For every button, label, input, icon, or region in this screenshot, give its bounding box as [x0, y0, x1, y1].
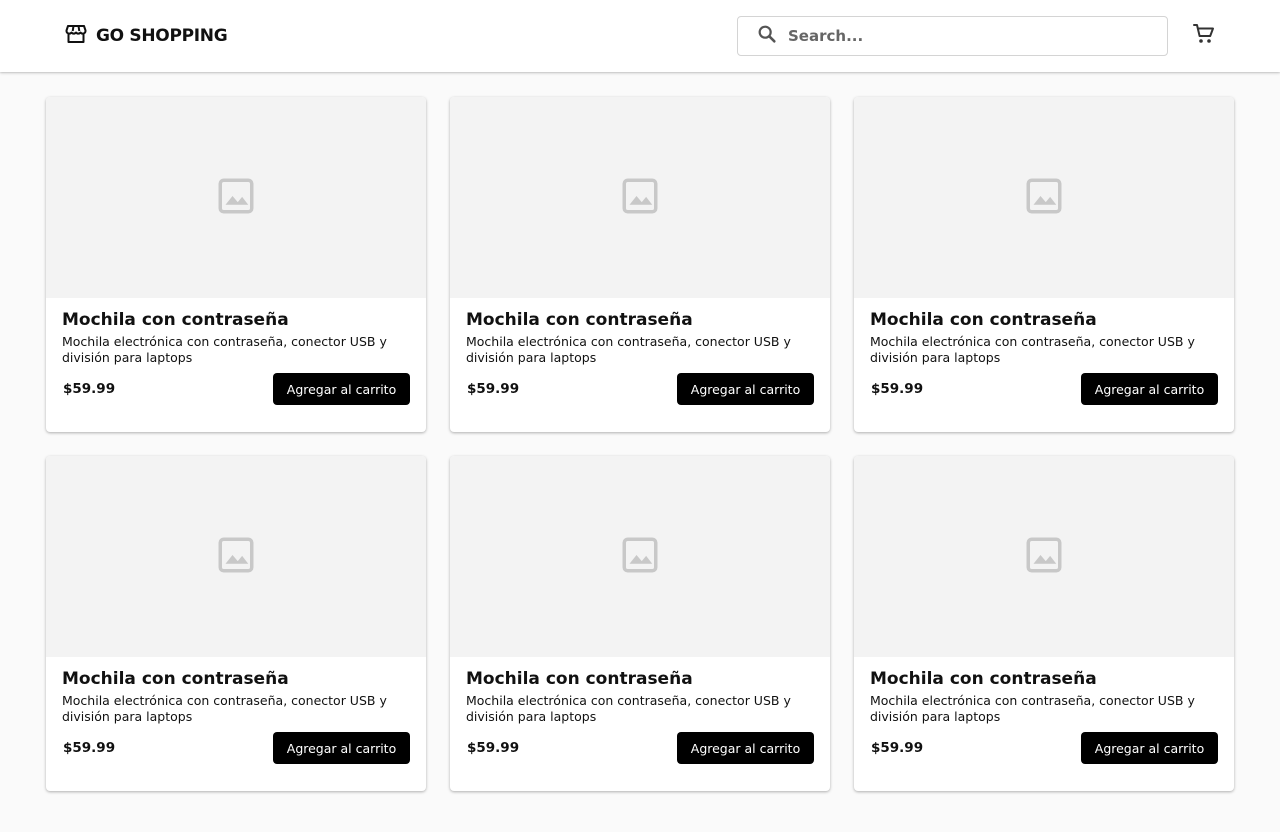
image-placeholder-icon: [215, 175, 257, 221]
product-image[interactable]: [854, 97, 1234, 298]
search-icon[interactable]: [756, 23, 778, 49]
image-placeholder-icon: [215, 534, 257, 580]
add-to-cart-button[interactable]: Agregar al carrito: [677, 373, 814, 405]
add-to-cart-button[interactable]: Agregar al carrito: [1081, 373, 1218, 405]
product-title: Mochila con contraseña: [466, 310, 693, 330]
product-title: Mochila con contraseña: [870, 669, 1097, 689]
add-to-cart-button[interactable]: Agregar al carrito: [273, 373, 410, 405]
product-grid: Mochila con contraseña Mochila electróni…: [46, 97, 1234, 791]
product-description: Mochila electrónica con contraseña, cone…: [466, 334, 791, 365]
product-title: Mochila con contraseña: [62, 669, 289, 689]
product-card: Mochila con contraseña Mochila electróni…: [854, 97, 1234, 432]
product-image[interactable]: [450, 97, 830, 298]
brand-logo[interactable]: GO SHOPPING: [64, 22, 228, 50]
product-image[interactable]: [854, 456, 1234, 657]
shopping-cart-icon: [1192, 22, 1216, 50]
product-image[interactable]: [46, 97, 426, 298]
product-price: $59.99: [63, 740, 116, 756]
product-title: Mochila con contraseña: [466, 669, 693, 689]
add-to-cart-button[interactable]: Agregar al carrito: [273, 732, 410, 764]
cart-button[interactable]: [1190, 22, 1218, 50]
product-card: Mochila con contraseña Mochila electróni…: [46, 97, 426, 432]
product-title: Mochila con contraseña: [870, 310, 1097, 330]
storefront-icon: [64, 22, 88, 50]
product-card: Mochila con contraseña Mochila electróni…: [450, 456, 830, 791]
image-placeholder-icon: [619, 534, 661, 580]
product-description: Mochila electrónica con contraseña, cone…: [62, 693, 387, 724]
product-description: Mochila electrónica con contraseña, cone…: [870, 693, 1195, 724]
add-to-cart-button[interactable]: Agregar al carrito: [677, 732, 814, 764]
product-image[interactable]: [46, 456, 426, 657]
product-description: Mochila electrónica con contraseña, cone…: [466, 693, 791, 724]
image-placeholder-icon: [619, 175, 661, 221]
image-placeholder-icon: [1023, 534, 1065, 580]
product-description: Mochila electrónica con contraseña, cone…: [870, 334, 1195, 365]
product-card: Mochila con contraseña Mochila electróni…: [46, 456, 426, 791]
top-app-bar: GO SHOPPING: [0, 0, 1280, 72]
product-description: Mochila electrónica con contraseña, cone…: [62, 334, 387, 365]
product-image[interactable]: [450, 456, 830, 657]
product-price: $59.99: [467, 381, 520, 397]
product-card: Mochila con contraseña Mochila electróni…: [854, 456, 1234, 791]
product-card: Mochila con contraseña Mochila electróni…: [450, 97, 830, 432]
add-to-cart-button[interactable]: Agregar al carrito: [1081, 732, 1218, 764]
product-title: Mochila con contraseña: [62, 310, 289, 330]
brand-name: GO SHOPPING: [96, 26, 228, 46]
product-price: $59.99: [871, 740, 924, 756]
search-bar[interactable]: [737, 16, 1168, 56]
image-placeholder-icon: [1023, 175, 1065, 221]
product-price: $59.99: [871, 381, 924, 397]
search-input[interactable]: [788, 27, 1148, 45]
product-price: $59.99: [63, 381, 116, 397]
product-price: $59.99: [467, 740, 520, 756]
